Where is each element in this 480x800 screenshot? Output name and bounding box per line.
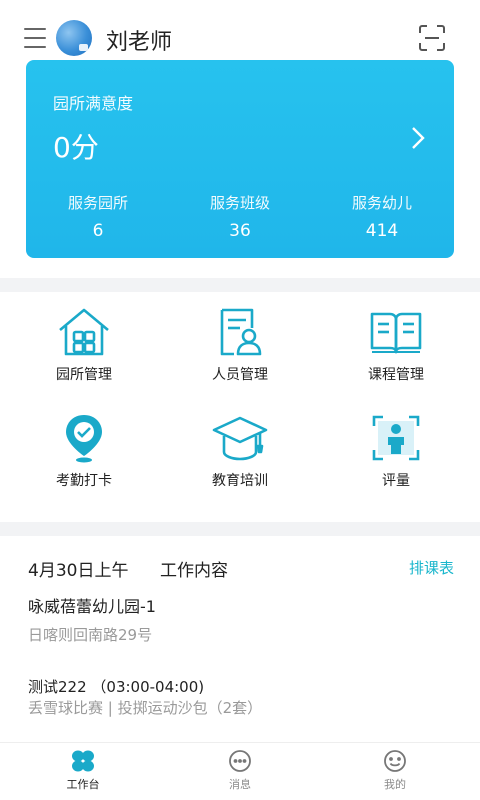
message-icon	[229, 750, 251, 772]
feature-label: 课程管理	[368, 367, 424, 383]
school-house-icon	[59, 308, 109, 356]
workbench-icon	[72, 750, 94, 772]
section-divider	[0, 522, 480, 536]
menu-icon[interactable]	[24, 28, 46, 48]
person-scan-icon	[372, 415, 420, 461]
work-date: 4月30日上午	[28, 561, 129, 581]
stat-label: 服务班级	[209, 194, 270, 212]
feature-assessment[interactable]: 评量	[326, 412, 466, 512]
feature-attendance[interactable]: 考勤打卡	[14, 412, 154, 512]
feature-label: 评量	[382, 473, 410, 489]
feature-label: 教育培训	[212, 473, 268, 489]
tab-workbench[interactable]: 工作台	[38, 749, 128, 792]
open-book-icon	[370, 312, 422, 354]
tab-messages[interactable]: 消息	[195, 749, 285, 792]
graduation-cap-icon	[212, 416, 268, 461]
stat-value: 36	[229, 221, 251, 241]
tab-label: 我的	[384, 778, 406, 791]
stat-children: 服务幼儿 414	[322, 192, 442, 241]
profile-icon	[384, 750, 406, 772]
feature-education-training[interactable]: 教育培训	[170, 412, 310, 512]
feature-course-management[interactable]: 课程管理	[326, 306, 466, 406]
tab-profile[interactable]: 我的	[350, 749, 440, 792]
work-section-title: 工作内容	[160, 561, 228, 581]
school-address: 日喀则回南路29号	[28, 626, 153, 644]
feature-staff-management[interactable]: 人员管理	[170, 306, 310, 406]
chevron-right-icon[interactable]	[410, 126, 426, 150]
satisfaction-score: 0分	[53, 131, 99, 164]
bottom-tab-bar: 工作台 消息 我的	[0, 742, 480, 800]
tab-label: 消息	[229, 778, 251, 791]
staff-card-icon	[220, 308, 262, 356]
schedule-link[interactable]: 排课表	[409, 557, 454, 578]
section-divider	[0, 278, 480, 292]
tab-label: 工作台	[66, 778, 100, 791]
feature-label: 人员管理	[212, 367, 268, 383]
feature-label: 考勤打卡	[56, 473, 112, 489]
location-check-icon	[66, 415, 102, 463]
course-title[interactable]: 测试222 （03:00-04:00)	[28, 676, 204, 697]
stat-label: 服务园所	[67, 194, 128, 212]
stat-classes: 服务班级 36	[180, 192, 300, 241]
feature-label: 园所管理	[56, 367, 112, 383]
feature-school-management[interactable]: 园所管理	[14, 306, 154, 406]
school-name[interactable]: 咏威蓓蕾幼儿园-1	[28, 593, 156, 617]
avatar[interactable]	[56, 20, 92, 56]
stat-kindergartens: 服务园所 6	[38, 192, 158, 241]
course-description: 丢雪球比赛 | 投掷运动沙包（2套）	[28, 699, 263, 717]
stat-label: 服务幼儿	[351, 194, 412, 212]
scan-icon[interactable]	[418, 24, 446, 52]
stat-value: 6	[92, 221, 104, 241]
card-title: 园所满意度	[53, 94, 134, 113]
satisfaction-card[interactable]: 园所满意度 0分 服务园所 6 服务班级 36 服务幼儿 414	[26, 60, 454, 258]
feature-grid: 园所管理 人员管理 课程管理 考勤打卡 教育培训 评量	[0, 292, 480, 518]
stat-value: 414	[365, 221, 399, 241]
user-name: 刘老师	[106, 30, 173, 55]
